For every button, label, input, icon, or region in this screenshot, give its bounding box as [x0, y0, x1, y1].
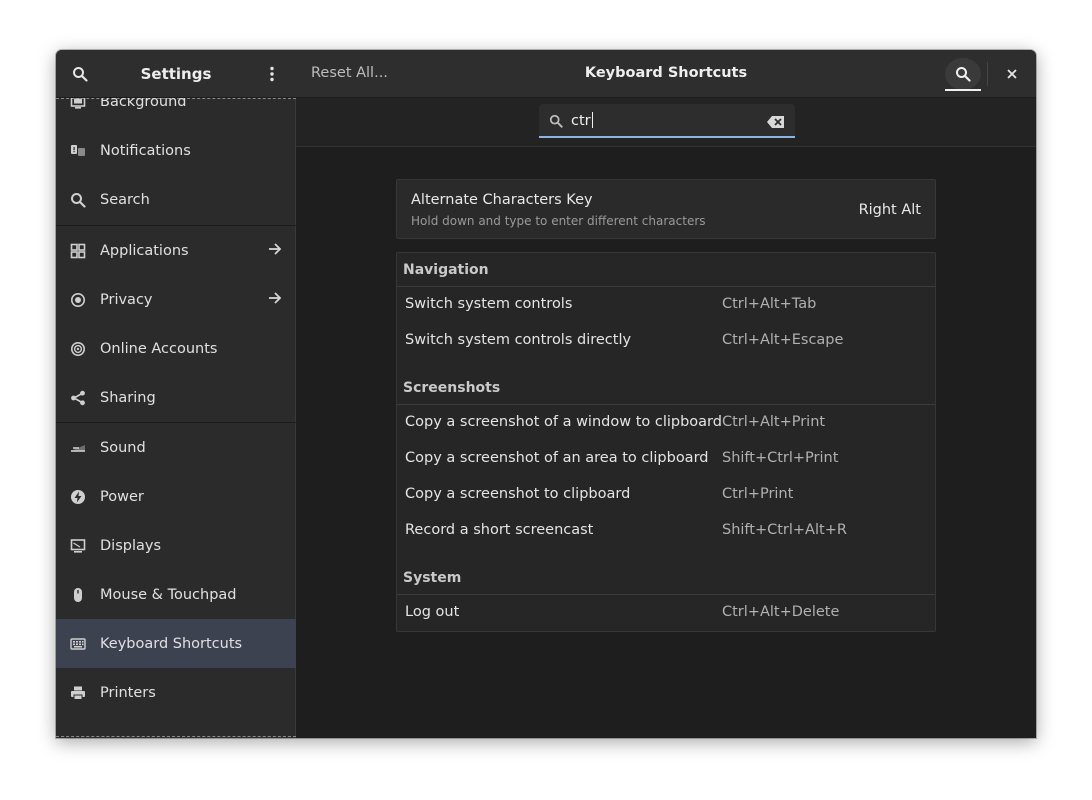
search-input[interactable]: ctr	[539, 104, 795, 138]
section-title-navigation: Navigation	[403, 262, 489, 278]
sidebar-item-label: Applications	[100, 242, 189, 259]
keyboard-icon	[70, 636, 86, 652]
sidebar-list: Background Notifications Search Applicat…	[56, 98, 296, 738]
shortcut-row-name[interactable]: Switch system controls	[405, 296, 572, 312]
shortcut-row-keys[interactable]: Ctrl+Alt+Escape	[722, 332, 843, 348]
sidebar-item-label: Keyboard Shortcuts	[100, 635, 243, 652]
shortcut-row-keys[interactable]: Ctrl+Alt+Delete	[722, 604, 839, 620]
privacy-icon	[70, 292, 86, 308]
sidebar-item-label: Search	[100, 191, 150, 208]
shortcut-row-name[interactable]: Copy a screenshot of an area to clipboar…	[405, 450, 708, 466]
sidebar-item-label: Mouse & Touchpad	[100, 586, 237, 603]
sharing-icon	[70, 390, 86, 406]
sidebar-header: Settings	[56, 50, 296, 98]
more-vertical-icon	[270, 66, 274, 82]
sidebar-item-label: Background	[100, 98, 187, 110]
sidebar: Settings Background Notifications Search	[56, 50, 296, 738]
shortcut-row-name[interactable]: Record a short screencast	[405, 522, 593, 538]
sidebar-item-label: Displays	[100, 537, 162, 554]
sidebar-item-sound[interactable]: Sound	[56, 423, 296, 472]
alternate-characters-row[interactable]: Alternate Characters Key Hold down and t…	[396, 179, 936, 239]
sidebar-item-label: Sound	[100, 439, 146, 456]
close-button[interactable]	[1002, 64, 1022, 84]
section-title-system: System	[403, 570, 462, 586]
sidebar-item-label: Sharing	[100, 389, 156, 406]
section-divider	[397, 594, 935, 595]
printer-icon	[70, 685, 86, 701]
online-accounts-icon	[70, 341, 86, 357]
search-toggle-button[interactable]	[945, 58, 981, 90]
sidebar-item-search[interactable]: Search	[56, 175, 296, 224]
sidebar-item-displays[interactable]: Displays	[56, 521, 296, 570]
shortcut-row-keys[interactable]: Shift+Ctrl+Print	[722, 450, 838, 466]
alternate-characters-value: Right Alt	[858, 202, 921, 218]
mouse-icon	[70, 587, 86, 603]
settings-window: Settings Background Notifications Search	[56, 50, 1036, 738]
header-divider	[987, 62, 988, 86]
text-cursor	[591, 112, 593, 128]
sidebar-item-power[interactable]: Power	[56, 472, 296, 521]
arrow-right-icon	[268, 291, 282, 309]
shortcut-row-name[interactable]: Switch system controls directly	[405, 332, 631, 348]
section-divider	[397, 404, 935, 405]
search-toggle-indicator	[945, 89, 981, 91]
clear-search-icon[interactable]	[767, 114, 785, 133]
sidebar-item-label: Online Accounts	[100, 340, 218, 357]
sidebar-item-applications[interactable]: Applications	[56, 226, 296, 275]
sidebar-item-label: Notifications	[100, 142, 191, 159]
shortcut-row-name[interactable]: Log out	[405, 604, 459, 620]
sidebar-item-label: Power	[100, 488, 144, 505]
main-menu-button[interactable]	[260, 62, 284, 86]
main-panel: Reset All... Keyboard Shortcuts ctr Alte…	[296, 50, 1036, 738]
search-query: ctr	[571, 113, 591, 129]
arrow-right-icon	[268, 242, 282, 260]
shortcut-row-keys[interactable]: Shift+Ctrl+Alt+R	[722, 522, 847, 538]
shortcut-list: Navigation Switch system controls Ctrl+A…	[396, 252, 936, 632]
sidebar-item-label: Printers	[100, 684, 156, 701]
section-divider	[397, 286, 935, 287]
search-icon	[956, 67, 971, 82]
scroll-edge-bottom	[56, 736, 296, 737]
sidebar-item-keyboard-shortcuts[interactable]: Keyboard Shortcuts	[56, 619, 296, 668]
sidebar-item-printers[interactable]: Printers	[56, 668, 296, 717]
shortcut-row-name[interactable]: Copy a screenshot of a window to clipboa…	[405, 414, 722, 430]
sidebar-item-online-accounts[interactable]: Online Accounts	[56, 324, 296, 373]
section-title-screenshots: Screenshots	[403, 380, 501, 396]
power-icon	[70, 489, 86, 505]
shortcut-row-keys[interactable]: Ctrl+Alt+Print	[722, 414, 825, 430]
close-icon	[1007, 69, 1017, 79]
notifications-icon	[70, 143, 86, 159]
search-icon	[70, 192, 86, 208]
sidebar-item-notifications[interactable]: Notifications	[56, 126, 296, 175]
alternate-characters-subtitle: Hold down and type to enter different ch…	[411, 214, 706, 228]
shortcut-row-keys[interactable]: Ctrl+Alt+Tab	[722, 296, 816, 312]
search-bar: ctr	[296, 98, 1036, 147]
sound-icon	[70, 440, 86, 456]
sidebar-item-sharing[interactable]: Sharing	[56, 373, 296, 422]
displays-icon	[70, 538, 86, 554]
background-icon	[70, 98, 86, 110]
applications-icon	[70, 243, 86, 259]
sidebar-item-mouse-touchpad[interactable]: Mouse & Touchpad	[56, 570, 296, 619]
page-title: Keyboard Shortcuts	[584, 65, 748, 81]
sidebar-item-label: Privacy	[100, 291, 153, 308]
main-header: Reset All... Keyboard Shortcuts	[296, 50, 1036, 98]
sidebar-item-privacy[interactable]: Privacy	[56, 275, 296, 324]
alternate-characters-title: Alternate Characters Key	[411, 192, 593, 208]
shortcut-row-keys[interactable]: Ctrl+Print	[722, 486, 793, 502]
shortcut-row-name[interactable]: Copy a screenshot to clipboard	[405, 486, 630, 502]
sidebar-item-background[interactable]: Background	[56, 98, 296, 126]
search-icon	[549, 113, 563, 132]
